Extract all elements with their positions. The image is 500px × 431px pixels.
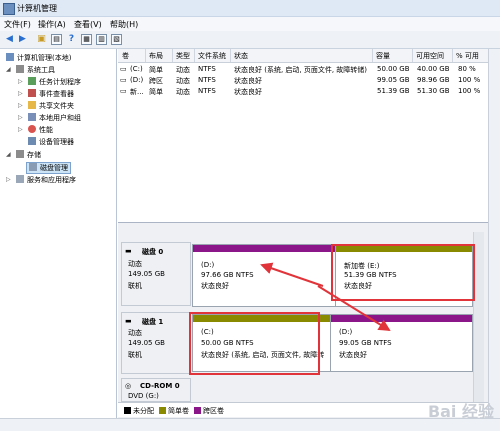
legend-unallocated-swatch <box>124 407 131 414</box>
status-bar <box>0 418 500 431</box>
cdrom-name: CD-ROM 0 <box>140 382 180 390</box>
arrow-to-disk0-d <box>260 262 324 287</box>
legend-simple: 简单卷 <box>168 407 189 415</box>
legend-spanned-swatch <box>194 407 201 414</box>
cdrom-drive: DVD (G:) <box>128 392 159 400</box>
legend-unallocated: 未分配 <box>133 407 154 415</box>
legend-spanned: 跨区卷 <box>203 407 224 415</box>
annotation-arrows <box>260 262 391 332</box>
arrow-to-disk1-d <box>317 285 391 332</box>
legend-simple-swatch <box>159 407 166 414</box>
watermark: Bai 经验 <box>427 402 494 421</box>
cdrom-icon: ◎ <box>125 382 132 390</box>
cdrom-label[interactable]: ◎ CD-ROM 0 DVD (G:) <box>121 378 191 402</box>
